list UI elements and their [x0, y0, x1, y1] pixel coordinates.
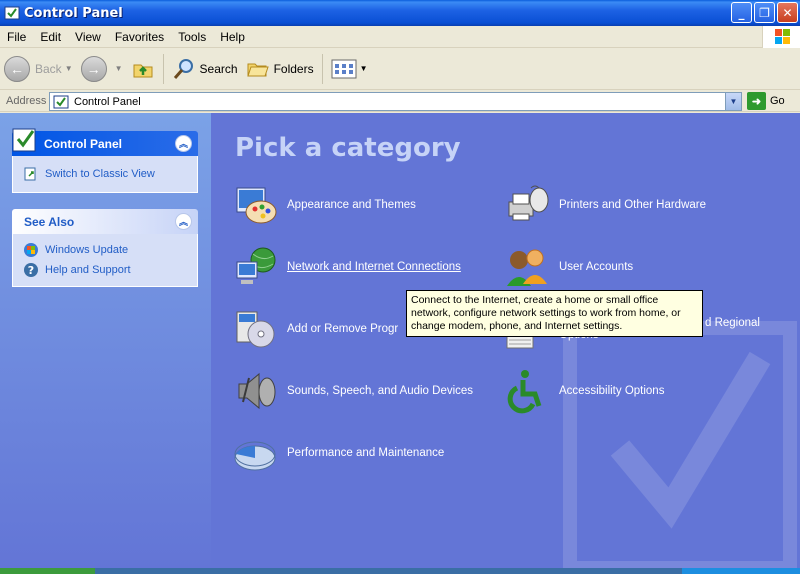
menu-bar: File Edit View Favorites Tools Help [0, 26, 800, 48]
category-label: Network and Internet Connections [287, 261, 461, 273]
menu-view[interactable]: View [68, 30, 108, 44]
toolbar-separator [162, 53, 164, 84]
see-also-box: See Also ︽ Windows Update ? Help and Sup… [12, 209, 198, 287]
folders-icon [246, 63, 269, 76]
control-panel-box: Control Panel ︽ Switch to Classic View [12, 128, 198, 193]
control-panel-small-icon [53, 95, 69, 108]
help-support-label: Help and Support [45, 264, 131, 276]
menu-file[interactable]: File [0, 30, 33, 44]
collapse-chevron-icon[interactable]: ︽ [175, 135, 192, 152]
windows-flag-icon [775, 29, 790, 44]
control-panel-icon [4, 6, 20, 20]
forward-dropdown-icon[interactable]: ▼ [115, 64, 123, 73]
menu-edit[interactable]: Edit [33, 30, 68, 44]
network-tooltip: Connect to the Internet, create a home o… [406, 290, 703, 337]
windows-update-label: Windows Update [45, 244, 129, 256]
category-label: Sounds, Speech, and Audio Devices [287, 385, 474, 397]
tray-edge [682, 568, 800, 574]
switch-classic-view-label: Switch to Classic View [45, 168, 155, 180]
add-remove-icon [236, 311, 275, 348]
views-icon [331, 59, 357, 78]
windows-update-icon [24, 243, 38, 257]
category-sounds-speech-audio[interactable]: Sounds, Speech, and Audio Devices [233, 366, 473, 416]
category-add-remove-programs[interactable]: Add or Remove Progr [233, 304, 398, 354]
category-accessibility-options[interactable]: Accessibility Options [505, 366, 664, 416]
see-also-body: Windows Update ? Help and Support [12, 234, 198, 287]
accessibility-icon [507, 370, 542, 414]
svg-text:?: ? [28, 264, 34, 277]
go-button[interactable]: ➜ Go [747, 92, 785, 110]
see-also-header[interactable]: See Also ︽ [12, 209, 198, 234]
category-network-internet[interactable]: Network and Internet Connections [233, 242, 461, 292]
category-performance-maintenance[interactable]: Performance and Maintenance [233, 428, 444, 478]
switch-classic-view-link[interactable]: Switch to Classic View [23, 164, 187, 184]
address-input[interactable]: Control Panel ▼ [49, 92, 742, 111]
search-button[interactable]: Search [168, 51, 242, 87]
control-panel-header-title: Control Panel [44, 136, 123, 151]
help-support-link[interactable]: ? Help and Support [23, 260, 187, 280]
views-button[interactable]: ▼ [327, 51, 372, 87]
performance-icon [234, 441, 276, 471]
category-label: Printers and Other Hardware [559, 199, 707, 211]
taskbar-edge [0, 568, 800, 574]
address-label: Address [6, 94, 47, 107]
category-label: Appearance and Themes [287, 199, 416, 211]
help-icon: ? [24, 263, 38, 277]
category-printers-hardware[interactable]: Printers and Other Hardware [505, 180, 706, 230]
forward-button[interactable]: → ▼ [77, 51, 127, 87]
category-pane: Pick a category Appearance and Themes Ne… [211, 113, 800, 568]
users-icon [507, 249, 547, 286]
start-button-edge[interactable] [0, 568, 95, 574]
up-button[interactable] [127, 51, 159, 87]
views-dropdown-icon[interactable]: ▼ [360, 64, 368, 73]
back-dropdown-icon[interactable]: ▼ [65, 64, 73, 73]
control-panel-large-icon [12, 128, 36, 152]
category-label: Performance and Maintenance [287, 447, 445, 459]
window-title: Control Panel [24, 5, 123, 21]
folders-button[interactable]: Folders [242, 51, 318, 87]
close-button[interactable]: ✕ [777, 2, 798, 23]
address-dropdown-icon[interactable]: ▼ [725, 93, 741, 110]
title-bar[interactable]: Control Panel _ ❐ ✕ [0, 0, 800, 26]
windows-logo [762, 26, 800, 48]
go-label: Go [770, 95, 785, 107]
toolbar: ← Back ▼ → ▼ Search Folders ▼ [0, 48, 800, 90]
forward-arrow-icon: → [80, 55, 107, 82]
folders-label: Folders [273, 61, 314, 76]
category-user-accounts[interactable]: User Accounts [505, 242, 633, 292]
task-pane: Control Panel ︽ Switch to Classic View S… [0, 113, 211, 568]
page-title: Pick a category [235, 133, 461, 163]
menu-help[interactable]: Help [213, 30, 252, 44]
control-panel-header[interactable]: Control Panel ︽ [12, 128, 198, 156]
go-arrow-icon: ➜ [747, 92, 766, 110]
category-label: Accessibility Options [559, 385, 665, 397]
back-label: Back [35, 61, 62, 76]
address-value: Control Panel [74, 95, 141, 108]
maximize-button[interactable]: ❐ [754, 2, 775, 23]
folder-up-icon [133, 64, 153, 77]
toolbar-separator [321, 53, 323, 84]
search-icon [173, 58, 193, 79]
see-also-title: See Also [24, 214, 75, 229]
menu-tools[interactable]: Tools [171, 30, 213, 44]
search-label: Search [199, 61, 238, 76]
printer-icon [508, 185, 549, 221]
menu-favorites[interactable]: Favorites [108, 30, 171, 44]
control-panel-body: Switch to Classic View [12, 156, 198, 193]
collapse-chevron-icon[interactable]: ︽ [175, 213, 192, 230]
category-label: User Accounts [559, 261, 634, 273]
minimize-button[interactable]: _ [731, 2, 752, 23]
back-button[interactable]: ← Back ▼ [0, 51, 77, 87]
windows-update-link[interactable]: Windows Update [23, 240, 187, 260]
appearance-icon [236, 187, 277, 224]
address-bar: Address Control Panel ▼ ➜ Go [0, 90, 800, 112]
network-icon [236, 247, 276, 284]
sounds-icon [238, 372, 276, 410]
category-label: Add or Remove Progr [287, 323, 399, 335]
category-appearance-themes[interactable]: Appearance and Themes [233, 180, 416, 230]
switch-view-icon [24, 167, 36, 181]
back-arrow-icon: ← [4, 55, 30, 82]
